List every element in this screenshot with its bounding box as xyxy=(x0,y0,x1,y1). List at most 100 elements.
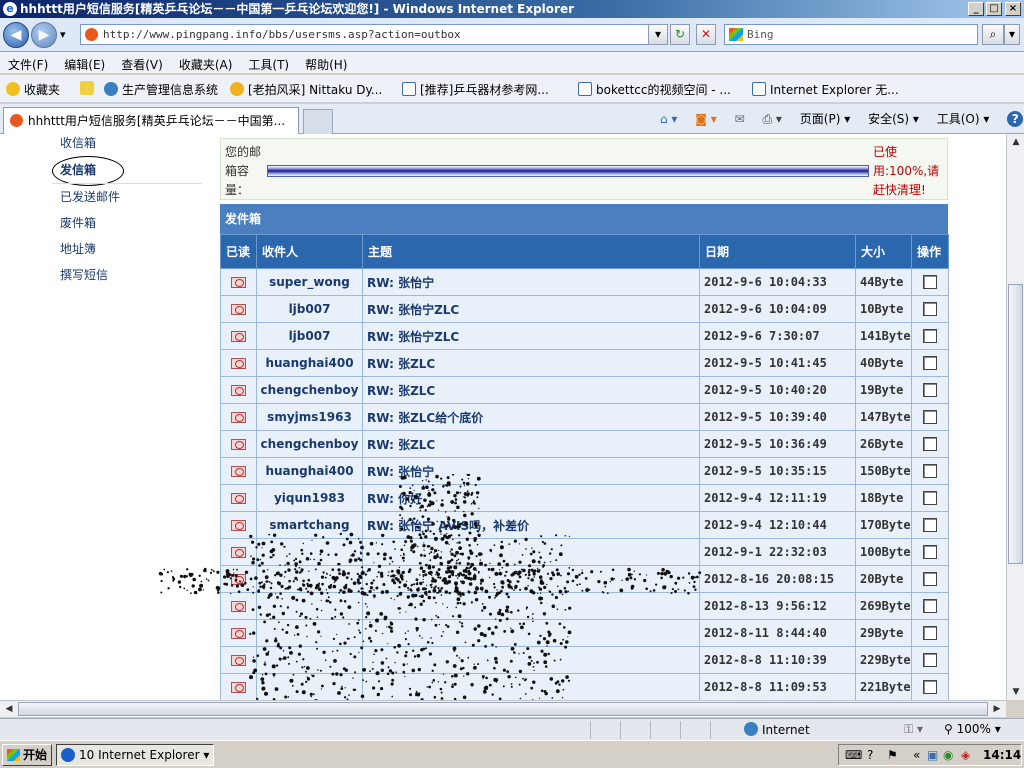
menu-tools[interactable]: 工具(T) xyxy=(240,52,297,74)
column-date[interactable]: 日期 xyxy=(699,234,856,269)
print-icon[interactable]: ⎙ ▾ xyxy=(763,112,782,126)
recipient-cell[interactable] xyxy=(256,619,363,647)
table-row[interactable]: super_wong RW: 张怡宁 2012-9-6 10:04:33 44Byte xyxy=(220,268,949,296)
keyboard-icon[interactable]: ⌨ xyxy=(845,745,862,765)
menu-favorites[interactable]: 收藏夹(A) xyxy=(171,52,241,74)
sidebar-item-sent[interactable]: 已发送邮件 xyxy=(60,188,120,205)
recipient-cell[interactable]: chengchenboy xyxy=(256,376,363,404)
security-icon[interactable]: ◈ xyxy=(961,745,970,765)
hscrollbar-thumb[interactable] xyxy=(18,702,988,716)
subject-cell[interactable]: RW: 张怡宁 xyxy=(362,457,700,485)
recipient-cell[interactable]: huanghai400 xyxy=(256,349,363,377)
select-checkbox[interactable] xyxy=(923,518,937,533)
menu-view[interactable]: 查看(V) xyxy=(113,52,171,74)
select-checkbox[interactable] xyxy=(923,464,937,479)
maximize-button[interactable]: □ xyxy=(986,2,1002,16)
table-row[interactable]: 2012-8-13 9:56:12 269Byte xyxy=(220,592,949,620)
select-checkbox[interactable] xyxy=(923,626,937,641)
scroll-down-icon[interactable]: ▼ xyxy=(1008,684,1024,700)
history-dropdown-icon[interactable]: ▾ xyxy=(60,28,66,41)
column-read[interactable]: 已读 xyxy=(220,234,257,269)
subject-cell[interactable] xyxy=(362,673,700,700)
mail-icon[interactable]: ✉ xyxy=(735,112,745,126)
address-bar[interactable]: http://www.pingpang.info/bbs/usersms.asp… xyxy=(80,24,664,45)
recipient-cell[interactable] xyxy=(256,592,363,620)
sidebar-item-trash[interactable]: 废件箱 xyxy=(60,214,96,231)
rss-icon[interactable]: ◙ ▾ xyxy=(695,112,716,126)
favorite-link-2[interactable]: [老拍风采] Nittaku Dy... xyxy=(230,81,382,98)
recipient-cell[interactable] xyxy=(256,538,363,566)
clock[interactable]: 14:14 xyxy=(983,745,1021,765)
recipient-cell[interactable]: chengchenboy xyxy=(256,430,363,458)
favorite-link-5[interactable]: Internet Explorer 无... xyxy=(752,81,899,98)
subject-cell[interactable] xyxy=(362,538,700,566)
table-row[interactable]: 2012-8-8 11:10:39 229Byte xyxy=(220,646,949,674)
select-checkbox[interactable] xyxy=(923,491,937,506)
select-checkbox[interactable] xyxy=(923,410,937,425)
scroll-right-icon[interactable]: ▶ xyxy=(989,701,1005,717)
select-checkbox[interactable] xyxy=(923,599,937,614)
add-favorite-icon[interactable] xyxy=(80,81,98,96)
select-checkbox[interactable] xyxy=(923,275,937,290)
table-row[interactable]: huanghai400 RW: 张怡宁 2012-9-5 10:35:15 150By… xyxy=(220,457,949,485)
menu-help[interactable]: 帮助(H) xyxy=(297,52,355,74)
table-row[interactable]: 2012-9-1 22:32:03 100Byte xyxy=(220,538,949,566)
sidebar-item-compose[interactable]: 撰写短信 xyxy=(60,266,108,283)
sidebar-item-address-book[interactable]: 地址簿 xyxy=(60,240,96,257)
protected-mode-icon[interactable]: ⚿ ▾ xyxy=(904,722,923,737)
network-icon[interactable]: ▣ xyxy=(927,745,938,765)
recipient-cell[interactable] xyxy=(256,646,363,674)
search-button[interactable]: ⌕ xyxy=(982,24,1004,45)
subject-cell[interactable]: RW: 张ZLC xyxy=(362,376,700,404)
table-row[interactable]: 2012-8-16 20:08:15 20Byte xyxy=(220,565,949,593)
scrollbar-thumb[interactable] xyxy=(1008,284,1023,564)
select-checkbox[interactable] xyxy=(923,329,937,344)
recipient-cell[interactable]: ljb007 xyxy=(256,295,363,323)
table-row[interactable]: chengchenboy RW: 张ZLC 2012-9-5 10:40:20 19B… xyxy=(220,376,949,404)
subject-cell[interactable]: RW: 张ZLC xyxy=(362,430,700,458)
stop-button[interactable]: ✕ xyxy=(696,24,716,45)
subject-cell[interactable] xyxy=(362,592,700,620)
safety-menu[interactable]: 安全(S) ▾ xyxy=(868,112,919,126)
column-action[interactable]: 操作 xyxy=(911,234,949,269)
scroll-up-icon[interactable]: ▲ xyxy=(1008,134,1024,150)
subject-cell[interactable] xyxy=(362,619,700,647)
recipient-cell[interactable]: smartchang xyxy=(256,511,363,539)
minimize-button[interactable]: _ xyxy=(968,2,984,16)
subject-cell[interactable]: RW: 张怡宁ZLC xyxy=(362,322,700,350)
favorite-link-4[interactable]: bokettcc的视频空间 - ... xyxy=(578,81,731,98)
recipient-cell[interactable]: yiqun1983 xyxy=(256,484,363,512)
start-button[interactable]: 开始 xyxy=(2,744,52,766)
recipient-cell[interactable]: super_wong xyxy=(256,268,363,296)
column-size[interactable]: 大小 xyxy=(855,234,912,269)
subject-cell[interactable]: RW: 张ZLC给个底价 xyxy=(362,403,700,431)
vertical-scrollbar[interactable]: ▲ ▼ xyxy=(1006,134,1024,700)
home-icon[interactable]: ⌂ ▾ xyxy=(660,112,677,126)
table-row[interactable]: huanghai400 RW: 张ZLC 2012-9-5 10:41:45 40By… xyxy=(220,349,949,377)
recipient-cell[interactable]: smyjms1963 xyxy=(256,403,363,431)
table-row[interactable]: ljb007 RW: 张怡宁ZLC 2012-9-6 7:30:07 141Byte xyxy=(220,322,949,350)
table-row[interactable]: 2012-8-11 8:44:40 29Byte xyxy=(220,619,949,647)
new-tab-button[interactable] xyxy=(303,109,333,134)
horizontal-scrollbar[interactable]: ◀ ▶ xyxy=(0,700,1006,717)
select-checkbox[interactable] xyxy=(923,302,937,317)
favorite-link-3[interactable]: [推荐]乒乓器材参考网... xyxy=(402,81,549,98)
favorites-button[interactable]: 收藏夹 xyxy=(6,81,60,98)
select-checkbox[interactable] xyxy=(923,653,937,668)
favorite-link-1[interactable]: 生产管理信息系统 xyxy=(104,81,218,98)
close-window-button[interactable]: × xyxy=(1005,2,1021,16)
subject-cell[interactable]: RW: 张怡宁 AVIS吗，补差价 xyxy=(362,511,700,539)
search-input[interactable]: Bing xyxy=(724,24,978,45)
recipient-cell[interactable]: ljb007 xyxy=(256,322,363,350)
menu-file[interactable]: 文件(F) xyxy=(0,52,56,74)
menu-edit[interactable]: 编辑(E) xyxy=(56,52,113,74)
tray-tool-icon[interactable]: ⚑ xyxy=(887,745,898,765)
select-checkbox[interactable] xyxy=(923,437,937,452)
table-row[interactable]: smartchang RW: 张怡宁 AVIS吗，补差价 2012-9-4 12:1… xyxy=(220,511,949,539)
table-row[interactable]: smyjms1963 RW: 张ZLC给个底价 2012-9-5 10:39:40 1… xyxy=(220,403,949,431)
select-checkbox[interactable] xyxy=(923,572,937,587)
taskbar-ie-group[interactable]: 10 Internet Explorer ▾ xyxy=(56,744,214,766)
subject-cell[interactable]: RW: 你好 xyxy=(362,484,700,512)
select-checkbox[interactable] xyxy=(923,545,937,560)
table-row[interactable]: chengchenboy RW: 张ZLC 2012-9-5 10:36:49 26B… xyxy=(220,430,949,458)
